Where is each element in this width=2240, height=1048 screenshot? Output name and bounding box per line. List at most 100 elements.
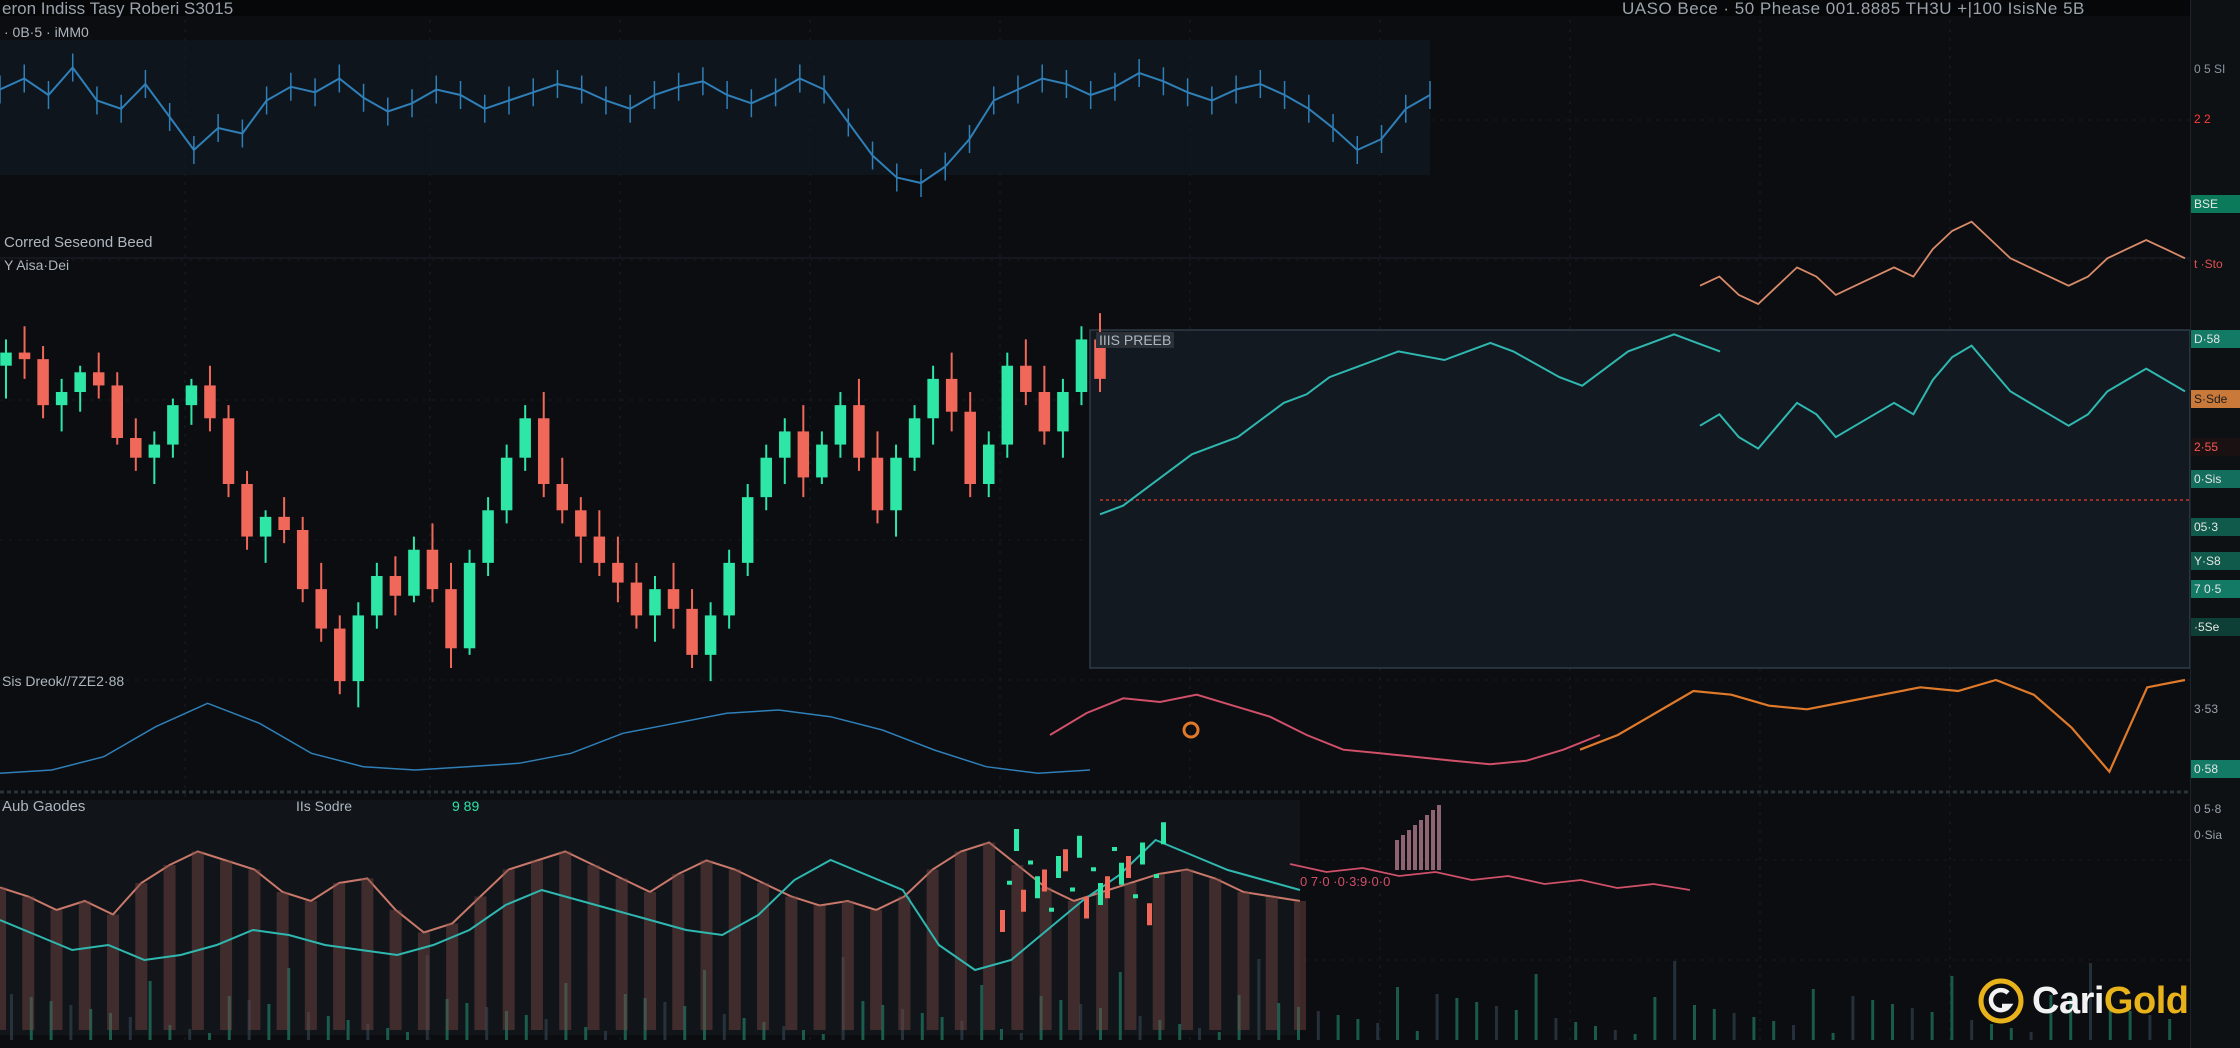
candle-body [315,589,327,629]
bottom-area-bar [672,874,685,1030]
price-tag: 05·3 [2191,518,2240,536]
volume-bar [1396,987,1399,1040]
bottom-candle [1161,822,1166,845]
bottom-candle [1091,867,1096,872]
bottom-area-bar [1152,874,1165,1030]
bottom-area-bar [587,865,600,1030]
candle-body [1001,365,1014,445]
price-tag: 0 5·8 [2194,802,2222,816]
bottom-area-bar [728,869,741,1030]
candle-body [1075,339,1088,392]
bottom-area-bar [474,896,487,1030]
oscillator-label[interactable]: Sis Dreok//7ZE2·88 [2,673,124,689]
bottom-panel-label-2[interactable]: IIs Sodre [296,798,352,814]
bottom-candle [1084,896,1089,919]
candle-body [686,608,698,655]
volume-bar [1950,976,1954,1040]
candle-body [278,516,290,530]
bottom-area-bar [220,860,233,1030]
bottom-area-bar [1237,892,1250,1030]
volume-bar [188,1029,192,1040]
volume-bar [1495,1006,1498,1040]
bottom-panel-label[interactable]: Aub Gaodes [2,798,85,815]
candle-body [0,352,12,366]
candle-body [148,444,161,458]
volume-bar [465,1003,469,1040]
volume-bar [1554,1018,1558,1040]
volume-bar [1792,1025,1795,1040]
candle-body [500,457,513,511]
overlay-panel [1089,329,2191,669]
volume-bar [1910,1008,1914,1040]
candle-body [130,438,142,458]
volume-bar [1336,1015,1340,1040]
bottom-candle [1007,880,1012,885]
volume-bar [1673,961,1677,1040]
volume-bar [406,1032,409,1040]
candle-body [575,510,587,537]
volume-bar [861,1001,865,1040]
candle-body [185,385,198,406]
candle-body [871,457,884,511]
candle-body [964,411,976,484]
price-tag: 0·58 [2191,760,2240,778]
volume-bar [1633,1034,1637,1040]
mid-panel-label[interactable]: Corred Seseond Beed [4,234,152,251]
volume-bar [1594,1026,1597,1040]
candle-body [371,576,383,616]
bottom-note: 0 7·0 ·0·3:9·0·0 [1300,874,1391,889]
brand-logo: CariGold [1978,976,2189,1026]
bottom-candle [1140,842,1145,865]
top-panel-label: · 0B·5 · iMM0 [4,24,89,40]
bottom-candle [1119,862,1124,885]
price-tag: ·5Se [2191,618,2240,636]
volume-bar [1891,1004,1894,1040]
bottom-area-bar [898,896,911,1030]
volume-bar [1059,1000,1063,1040]
volume-bar [1613,1030,1617,1040]
price-tag: 2 2 [2191,110,2240,128]
candle-body [74,372,86,392]
price-tag: Y·S8 [2191,552,2240,570]
bottom-spike-bar [1401,835,1405,870]
candle-body [779,431,791,458]
bottom-candle [1028,860,1033,865]
volume-bar [940,1017,944,1040]
bottom-candle [1154,874,1159,878]
bottom-area-bar [0,887,6,1030]
bottom-area-bar [615,878,628,1030]
volume-bar [722,1014,726,1040]
trading-chart[interactable] [0,0,2240,1048]
volume-bar [1811,989,1815,1040]
candle-body [37,359,49,406]
header-bar: eron Indiss Tasy Roberi S3015 UASO Bece … [0,0,2240,18]
bottom-area-bar [841,901,854,1030]
price-tag: 7 0·5 [2191,580,2240,598]
candle-body [537,418,550,484]
volume-bar [1574,1022,1578,1040]
volume-bar [386,1028,390,1040]
candle-body [92,372,105,386]
price-tag: 0·Sis [2191,470,2240,488]
candle-body [1057,392,1069,432]
volume-bar [148,981,152,1040]
bottom-area-bar [813,905,826,1030]
bottom-candle [1105,876,1110,899]
volume-bar [1732,1013,1736,1040]
candle-body [259,516,272,537]
candle-body [890,457,902,511]
price-tag: D·58 [2191,330,2240,348]
bottom-area-bar [22,896,35,1030]
top-panel-shade [0,40,1430,175]
volume-bar [1752,1017,1756,1040]
volume-bar [1653,997,1657,1040]
price-tag: 0·Sia [2194,828,2223,842]
volume-bar [1138,1016,1142,1040]
price-tag: BSE [2191,195,2240,213]
candle-body [463,562,476,649]
volume-bar [69,1005,73,1040]
volume-bar [208,1033,211,1040]
bottom-area-bar [107,914,120,1030]
volume-bar [128,1017,132,1040]
bottom-area-bar [785,896,798,1030]
